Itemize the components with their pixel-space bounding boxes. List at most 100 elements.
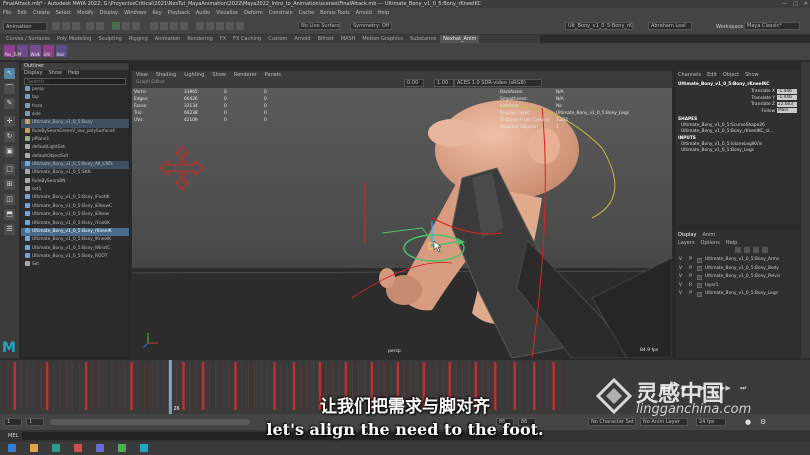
layer-visibility-toggle[interactable]: V bbox=[677, 256, 684, 264]
layer-row[interactable]: V P Ultimate_Bony_v1_0_5:Bony_Body bbox=[677, 265, 799, 273]
snap-curve-icon[interactable] bbox=[160, 22, 168, 30]
taskbar-app-icon[interactable] bbox=[30, 444, 38, 452]
snap-grid-icon[interactable] bbox=[150, 22, 158, 30]
taskbar-app-icon[interactable] bbox=[52, 444, 60, 452]
menu-arnold[interactable]: Arnold bbox=[356, 10, 372, 16]
hypershade-icon[interactable] bbox=[236, 22, 244, 30]
channel-attr-name[interactable]: Follow bbox=[715, 109, 775, 114]
shelf-tab[interactable]: FX Caching bbox=[230, 35, 264, 43]
shelf-tab[interactable]: Motion Graphics bbox=[359, 35, 406, 43]
channel-box-menu-item[interactable]: Object bbox=[723, 72, 739, 79]
layer-tab[interactable]: Anim bbox=[702, 232, 715, 238]
outliner-menu-item[interactable]: Help bbox=[68, 70, 79, 77]
move-tool-icon[interactable]: ✛ bbox=[4, 116, 15, 127]
layer-playback-toggle[interactable]: P bbox=[687, 256, 694, 264]
menu-cache[interactable]: Cache bbox=[299, 10, 315, 16]
redo-icon[interactable] bbox=[96, 22, 104, 30]
render-icon[interactable] bbox=[206, 22, 214, 30]
outliner-item[interactable]: Ultimate_Bony_v1_0_5:Bony_lWristC bbox=[21, 244, 129, 253]
menu-playback[interactable]: Playback bbox=[168, 10, 190, 16]
shelf-tab[interactable]: Animation bbox=[152, 35, 184, 43]
outliner-item[interactable]: set1 bbox=[21, 186, 129, 194]
layer-menu-item[interactable]: Options bbox=[701, 240, 720, 247]
object-name-field[interactable]: Ult_Bony_v1_0_5:Bony_rKneeIKC bbox=[565, 22, 633, 30]
workspace-selector[interactable]: Maya Classic* bbox=[744, 22, 800, 30]
channel-attr-value[interactable]: -1.446 bbox=[777, 95, 797, 100]
render-settings-icon[interactable] bbox=[226, 22, 234, 30]
menu-bonus-tools[interactable]: Bonus Tools bbox=[320, 10, 349, 16]
menu-audio[interactable]: Audio bbox=[196, 10, 210, 16]
channel-attr-name[interactable]: Translate X bbox=[715, 89, 775, 94]
open-scene-icon[interactable] bbox=[62, 22, 70, 30]
layer-menu-item[interactable]: Help bbox=[726, 240, 737, 247]
renderer-field[interactable]: Abraham Leal bbox=[648, 22, 692, 30]
persp-outliner-layout-icon[interactable]: ◫ bbox=[4, 194, 15, 205]
new-scene-icon[interactable] bbox=[52, 22, 60, 30]
layer-visibility-toggle[interactable]: V bbox=[677, 290, 684, 298]
taskbar-app-icon[interactable] bbox=[74, 444, 82, 452]
input-item[interactable]: Ultimate_Bony_v1_0_5:lolaneLegIKVis bbox=[681, 142, 762, 147]
live-surface-field[interactable]: No Live Surface bbox=[298, 22, 340, 30]
select-tool-icon[interactable]: ↖ bbox=[4, 68, 15, 79]
outliner-item[interactable]: top bbox=[21, 94, 129, 102]
viewport-menu-item[interactable]: Renderer bbox=[234, 71, 257, 79]
outliner-item[interactable]: front bbox=[21, 102, 129, 111]
viewport-menu-item[interactable]: Shading bbox=[156, 71, 176, 79]
outliner-item[interactable]: defaultLightSet bbox=[21, 144, 129, 152]
rotate-tool-icon[interactable]: ↻ bbox=[4, 131, 15, 142]
channel-box-menu-item[interactable]: Channels bbox=[678, 72, 701, 79]
menu-select[interactable]: Select bbox=[56, 10, 71, 16]
select-by-object-icon[interactable] bbox=[122, 22, 130, 30]
snap-surface-icon[interactable] bbox=[180, 22, 188, 30]
channel-attr-name[interactable]: Translate Z bbox=[715, 102, 775, 107]
menu-set-selector[interactable]: Animation bbox=[3, 22, 47, 31]
move-layer-up-icon[interactable] bbox=[735, 247, 741, 253]
shelf-tab[interactable]: MASH bbox=[338, 35, 359, 43]
symmetry-field[interactable]: Symmetry: Off bbox=[350, 22, 392, 30]
taskbar-app-icon[interactable] bbox=[118, 444, 126, 452]
outliner-item[interactable]: Ultimate_Bony_v1_0_5:Bony_rKneeIK bbox=[21, 227, 129, 237]
shelf-tab[interactable]: Arnold bbox=[291, 35, 313, 43]
outliner-item[interactable]: Ultimate_Bony_v1_0_5:SKN bbox=[21, 169, 129, 177]
outliner-item[interactable]: Ultimate_Bony_v1_0_5:Bony_lElbow bbox=[21, 211, 129, 219]
outliner-menu-item[interactable]: Display bbox=[24, 70, 42, 77]
shelf-tab[interactable]: Rigging bbox=[126, 35, 151, 43]
menu-deform[interactable]: Deform bbox=[244, 10, 263, 16]
menu-windows[interactable]: Windows bbox=[124, 10, 146, 16]
outliner-item[interactable]: defaultObjectSet bbox=[21, 152, 129, 161]
layer-color-swatch[interactable] bbox=[697, 266, 702, 271]
menu-file[interactable]: File bbox=[3, 10, 11, 16]
outliner-item[interactable]: Ultimate_Bony_v1_0_5:Bony_rFootIK bbox=[21, 219, 129, 228]
exposure-field[interactable]: 0.00 bbox=[404, 79, 424, 87]
persp-graph-layout-icon[interactable]: ⬒ bbox=[4, 209, 15, 220]
select-by-component-icon[interactable] bbox=[132, 22, 140, 30]
layer-playback-toggle[interactable]: P bbox=[687, 290, 694, 298]
outliner-item[interactable]: RuleBySeoraBN bbox=[21, 177, 129, 186]
channel-box-menu-item[interactable]: Edit bbox=[707, 72, 717, 79]
save-scene-icon[interactable] bbox=[72, 22, 80, 30]
layer-row[interactable]: V Rlayer1 bbox=[677, 282, 799, 290]
outliner-item[interactable]: side bbox=[21, 111, 129, 119]
select-by-hierarchy-icon[interactable] bbox=[112, 22, 120, 30]
outliner-search-input[interactable]: Search... bbox=[24, 78, 126, 85]
outliner-item[interactable]: Ultimate_Bony_v1_0_5:Bony bbox=[21, 119, 129, 128]
layer-row[interactable]: V P Ultimate_Bony_v1_0_5:Bony_Pelvis bbox=[677, 273, 799, 281]
shelf-tab[interactable]: Poly Modeling bbox=[54, 35, 95, 43]
move-layer-down-icon[interactable] bbox=[744, 247, 750, 253]
shelf-tab[interactable]: Custom bbox=[265, 35, 290, 43]
layer-row[interactable]: V P Ultimate_Bony_v1_0_5:Bony_Arms bbox=[677, 256, 799, 264]
shelf-tab[interactable]: Substance bbox=[407, 35, 439, 43]
minimize-button[interactable]: — bbox=[782, 0, 787, 8]
menu-edit[interactable]: Edit bbox=[17, 10, 27, 16]
menu-create[interactable]: Create bbox=[33, 10, 50, 16]
channel-attr-name[interactable]: Translate Y bbox=[715, 96, 775, 101]
outliner-item[interactable]: Set bbox=[21, 261, 129, 269]
viewport-menu-item[interactable]: Lighting bbox=[184, 71, 204, 79]
layer-playback-toggle[interactable]: R bbox=[687, 282, 694, 290]
menu-help[interactable]: Help bbox=[378, 10, 389, 16]
layer-visibility-toggle[interactable]: V bbox=[677, 265, 684, 273]
outliner-item[interactable]: Ultimate_Bony_v1_0_5:Bony_lElbowC bbox=[21, 202, 129, 211]
single-perspective-layout-icon[interactable]: □ bbox=[4, 164, 15, 175]
four-view-layout-icon[interactable]: ⊞ bbox=[4, 179, 15, 190]
layer-playback-toggle[interactable]: P bbox=[687, 265, 694, 273]
